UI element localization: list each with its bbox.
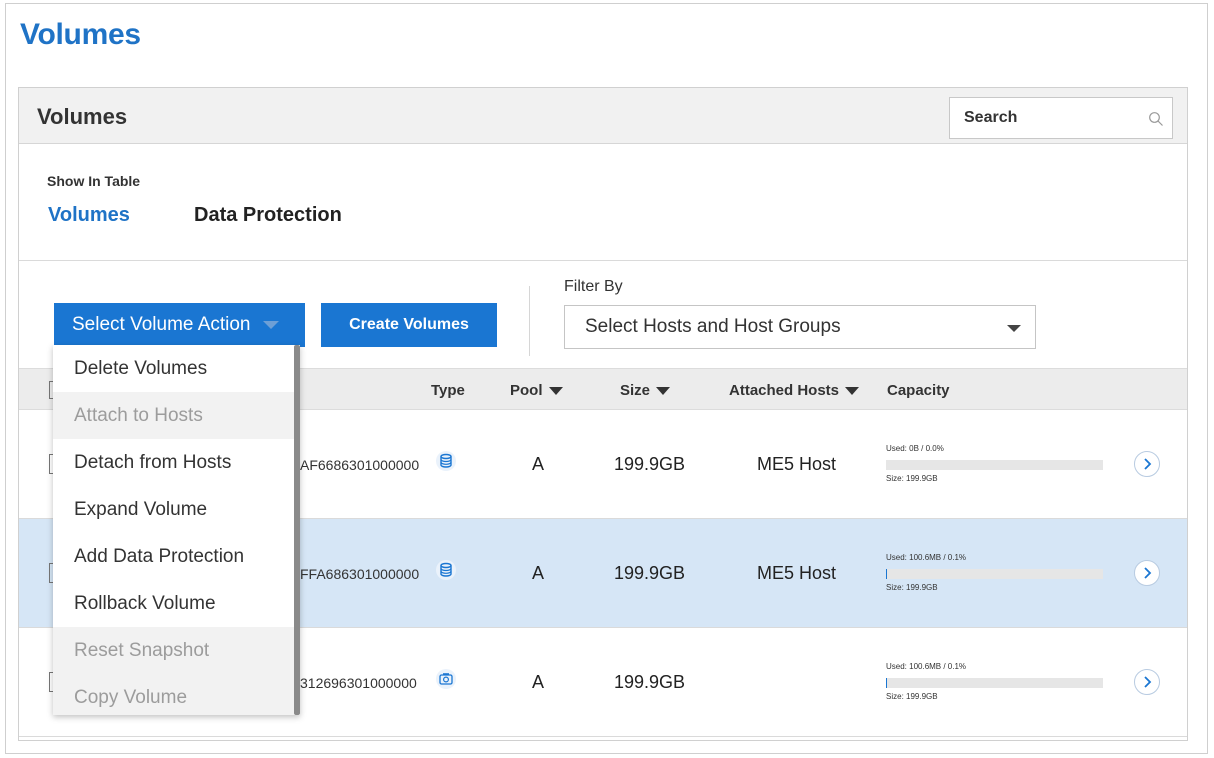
capacity-bar: [886, 569, 1103, 579]
capacity-used-text: Used: 100.6MB / 0.1%: [886, 662, 967, 671]
sort-caret-icon: [548, 386, 563, 395]
size-value: 199.9GB: [614, 563, 686, 583]
menu-scrollbar[interactable]: [294, 345, 300, 715]
caret-down-icon: [1007, 325, 1021, 332]
capacity-size-text: Size: 199.9GB: [886, 692, 938, 701]
chevron-right-icon: [1144, 676, 1152, 688]
sort-caret-icon: [845, 386, 860, 395]
menu-item-add-data-protection[interactable]: Add Data Protection: [53, 533, 294, 580]
size-value: 199.9GB: [614, 672, 686, 692]
column-header-attached-hosts[interactable]: Attached Hosts: [729, 382, 860, 399]
search-input[interactable]: [950, 98, 1140, 138]
panel-title: Volumes: [37, 104, 128, 129]
select-volume-action-dropdown[interactable]: Select Volume Action: [54, 303, 305, 347]
tab-volumes[interactable]: Volumes: [48, 204, 130, 227]
caret-down-icon: [262, 321, 279, 329]
row-details-button[interactable]: [1134, 669, 1160, 695]
column-header-size-label: Size: [620, 382, 651, 399]
page-title: Volumes: [20, 18, 141, 51]
attached-hosts-value: ME5 Host: [757, 454, 837, 474]
capacity-size-text: Size: 199.9GB: [886, 474, 938, 483]
capacity-bar: [886, 460, 1103, 470]
attached-hosts-value: ME5 Host: [757, 563, 837, 583]
database-icon: [436, 560, 456, 580]
capacity-used-text: Used: 0B / 0.0%: [886, 444, 944, 453]
toolbar-divider: [529, 286, 530, 356]
pool-value: A: [532, 454, 545, 474]
snapshot-icon: [436, 669, 456, 689]
capacity-bar: [886, 678, 1103, 688]
column-header-type: Type: [431, 382, 465, 399]
chevron-right-icon: [1144, 458, 1152, 470]
row-details-button[interactable]: [1134, 560, 1160, 586]
search-box: [949, 97, 1173, 139]
menu-item-detach-from-hosts[interactable]: Detach from Hosts: [53, 439, 294, 486]
pool-value: A: [532, 563, 545, 583]
show-in-table-label: Show In Table: [47, 173, 141, 189]
database-icon: [436, 451, 456, 471]
column-header-pool-label: Pool: [510, 382, 543, 399]
create-volumes-button[interactable]: Create Volumes: [321, 303, 497, 347]
capacity-size-text: Size: 199.9GB: [886, 583, 938, 592]
column-header-attached-hosts-label: Attached Hosts: [729, 382, 840, 399]
volume-action-menu: Delete Volumes Attach to Hosts Detach fr…: [53, 345, 300, 715]
volume-name: 312696301000000: [300, 675, 417, 691]
select-volume-action-label: Select Volume Action: [72, 314, 251, 335]
search-icon[interactable]: [1148, 111, 1164, 127]
size-value: 199.9GB: [614, 454, 686, 474]
section-divider: [19, 260, 1187, 261]
column-header-capacity: Capacity: [887, 382, 950, 399]
host-filter-select[interactable]: Select Hosts and Host Groups: [564, 305, 1036, 349]
menu-item-reset-snapshot[interactable]: Reset Snapshot: [53, 627, 294, 674]
volume-name: FFA686301000000: [300, 566, 420, 582]
column-header-capacity-label: Capacity: [887, 382, 950, 399]
menu-item-delete-volumes[interactable]: Delete Volumes: [53, 345, 294, 392]
chevron-right-icon: [1144, 567, 1152, 579]
sort-caret-icon: [656, 386, 671, 395]
filter-by-label: Filter By: [564, 278, 623, 295]
column-header-type-label: Type: [431, 382, 465, 399]
panel-header: Volumes: [19, 88, 1187, 144]
host-filter-value: Select Hosts and Host Groups: [585, 316, 841, 337]
capacity-used-text: Used: 100.6MB / 0.1%: [886, 553, 967, 562]
menu-item-rollback-volume[interactable]: Rollback Volume: [53, 580, 294, 627]
pool-value: A: [532, 672, 545, 692]
column-header-pool[interactable]: Pool: [510, 382, 563, 399]
menu-item-copy-volume[interactable]: Copy Volume: [53, 674, 294, 715]
tab-data-protection[interactable]: Data Protection: [194, 204, 342, 227]
volume-name: AF6686301000000: [300, 457, 420, 473]
row-details-button[interactable]: [1134, 451, 1160, 477]
column-header-size[interactable]: Size: [620, 382, 671, 399]
menu-item-attach-to-hosts[interactable]: Attach to Hosts: [53, 392, 294, 439]
menu-item-expand-volume[interactable]: Expand Volume: [53, 486, 294, 533]
